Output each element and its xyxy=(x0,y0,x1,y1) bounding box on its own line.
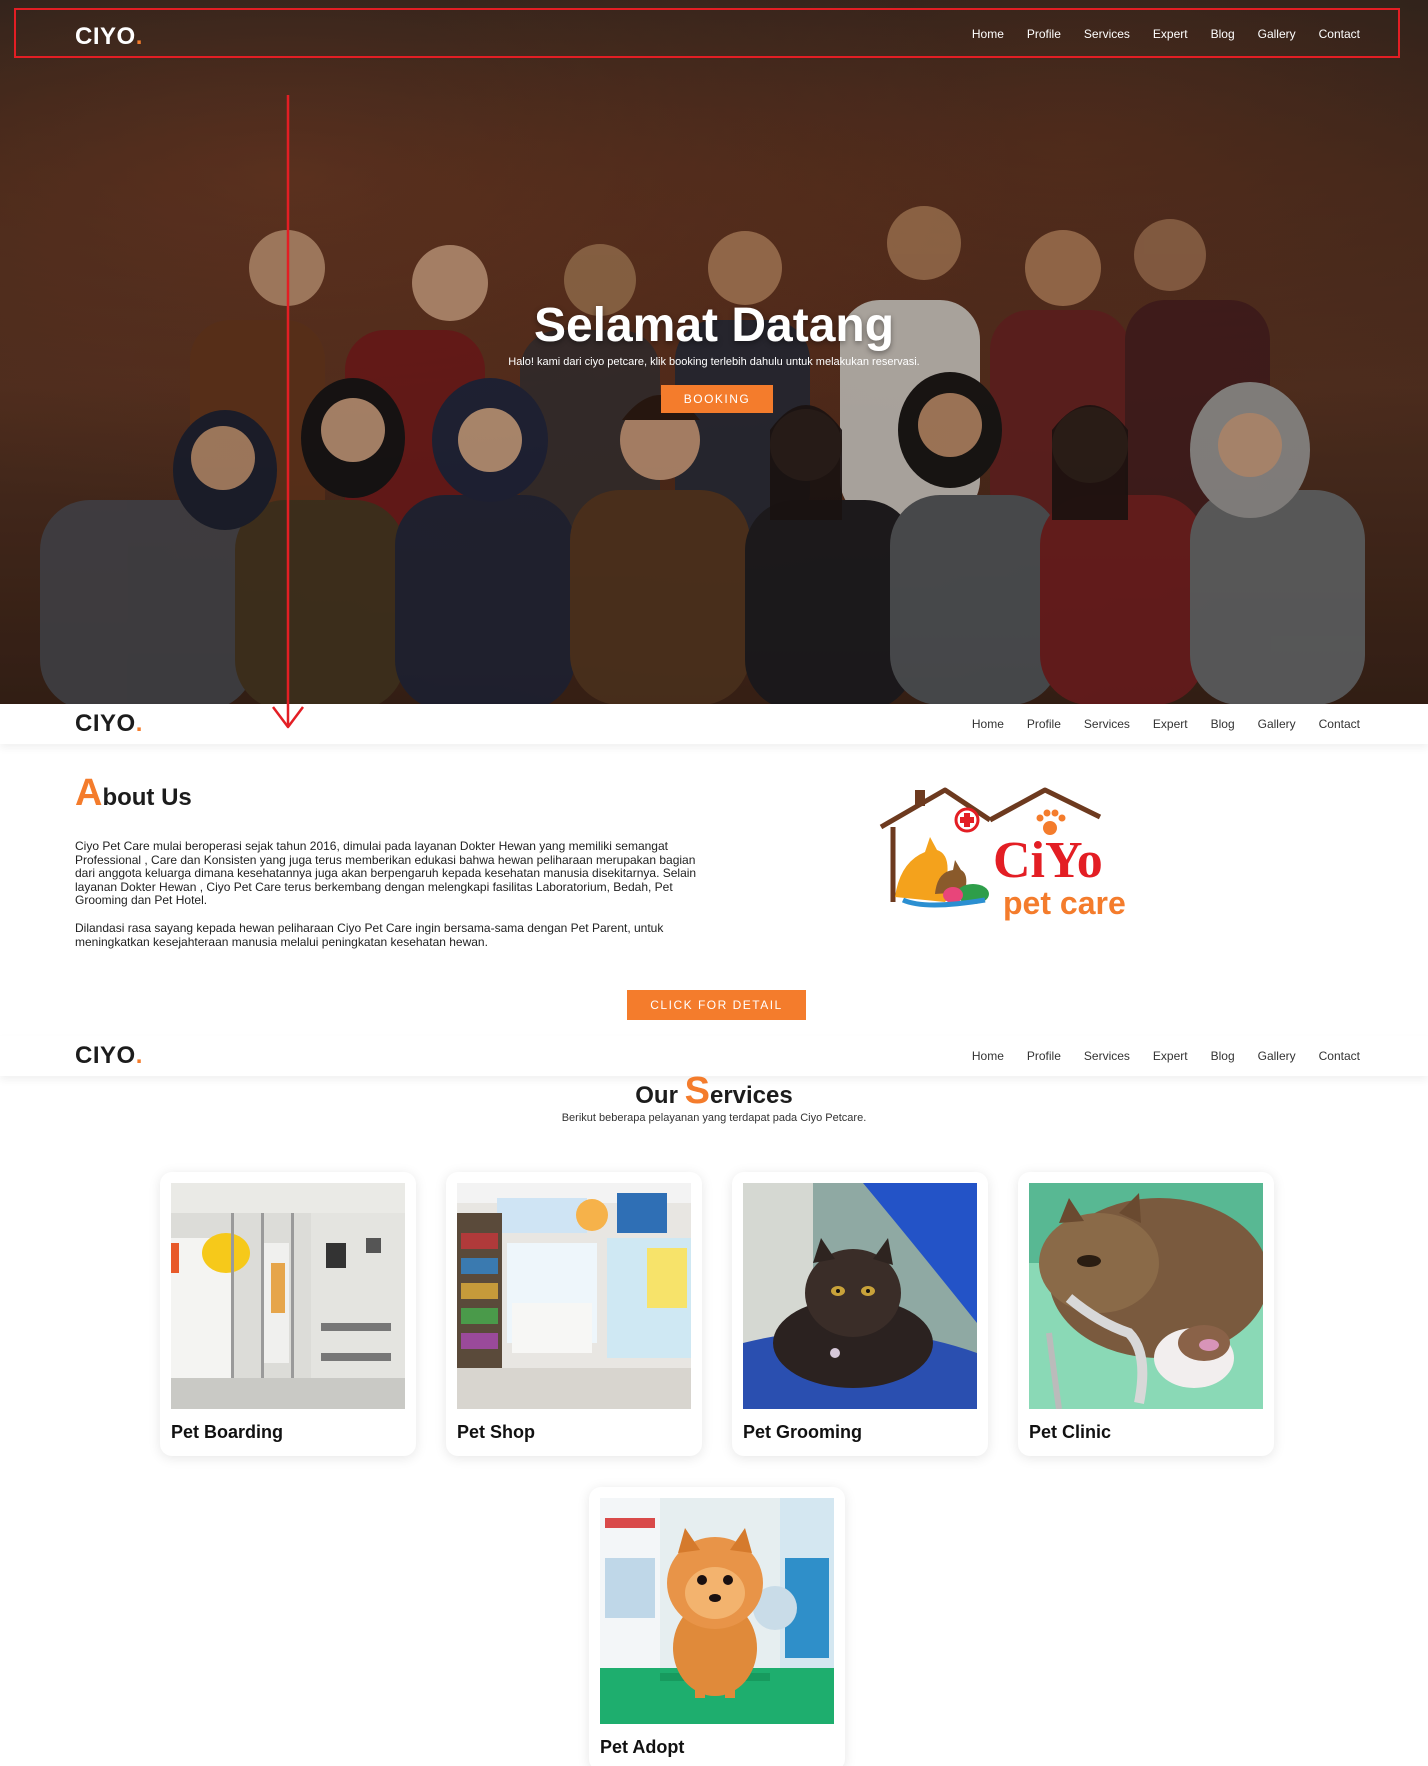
nav-profile[interactable]: Profile xyxy=(1027,1049,1061,1063)
nav-expert[interactable]: Expert xyxy=(1153,27,1188,41)
nav-profile[interactable]: Profile xyxy=(1027,717,1061,731)
logo-word-ciyo: CiYo xyxy=(993,832,1103,889)
service-card-pet-shop[interactable]: Pet Shop xyxy=(446,1172,702,1456)
brand-logo-sticky-2[interactable]: CIYO. xyxy=(75,1042,143,1070)
booking-button[interactable]: BOOKING xyxy=(661,385,773,413)
nav-gallery[interactable]: Gallery xyxy=(1258,27,1296,41)
pet-grooming-photo xyxy=(743,1183,977,1409)
about-paragraph-1: Ciyo Pet Care mulai beroperasi sejak tah… xyxy=(75,839,697,907)
nav-menu: Home Profile Services Expert Blog Galler… xyxy=(949,27,1360,41)
card-label: Pet Adopt xyxy=(600,1737,685,1757)
services-subtitle: Berikut beberapa pelayanan yang terdapat… xyxy=(561,1112,867,1124)
pet-boarding-photo xyxy=(171,1183,405,1409)
card-label: Pet Boarding xyxy=(171,1422,284,1442)
hero-subtitle: Halo! kami dari ciyo petcare, klik booki… xyxy=(508,356,920,368)
nav-contact[interactable]: Contact xyxy=(1319,1049,1360,1063)
card-label: Pet Shop xyxy=(457,1422,536,1442)
pet-clinic-photo xyxy=(1029,1183,1263,1409)
sticky-navbar-about: CIYO. Home Profile Services Expert Blog … xyxy=(0,704,1428,744)
nav-menu-sticky: Home Profile Services Expert Blog Galler… xyxy=(949,717,1360,731)
ciyo-petcare-logo: CiYo pet care xyxy=(879,787,1126,921)
hero-section: CIYO. Home Profile Services Expert Blog … xyxy=(0,0,1428,704)
logo-word-petcare: pet care xyxy=(1003,885,1126,921)
nav-menu-sticky-2: Home Profile Services Expert Blog Galler… xyxy=(949,1049,1360,1063)
brand-logo[interactable]: CIYO. xyxy=(75,23,143,51)
hero-title: Selamat Datang xyxy=(533,299,895,352)
brand-logo-sticky[interactable]: CIYO. xyxy=(75,710,143,738)
nav-gallery[interactable]: Gallery xyxy=(1258,1049,1296,1063)
nav-home[interactable]: Home xyxy=(972,717,1004,731)
nav-gallery[interactable]: Gallery xyxy=(1258,717,1296,731)
nav-expert[interactable]: Expert xyxy=(1153,1049,1188,1063)
service-card-pet-clinic[interactable]: Pet Clinic xyxy=(1018,1172,1274,1456)
about-paragraph-2: Dilandasi rasa sayang kepada hewan pelih… xyxy=(75,921,664,949)
nav-services[interactable]: Services xyxy=(1084,717,1130,731)
nav-services[interactable]: Services xyxy=(1084,1049,1130,1063)
about-title: About Us xyxy=(75,772,192,814)
click-for-detail-button[interactable]: CLICK FOR DETAIL xyxy=(627,990,806,1020)
nav-contact[interactable]: Contact xyxy=(1319,27,1360,41)
service-card-pet-grooming[interactable]: Pet Grooming xyxy=(732,1172,988,1456)
nav-home[interactable]: Home xyxy=(972,27,1004,41)
service-card-pet-adopt[interactable]: Pet Adopt xyxy=(589,1487,845,1766)
card-label: Pet Clinic xyxy=(1029,1422,1112,1442)
service-card-pet-boarding[interactable]: Pet Boarding xyxy=(160,1172,416,1456)
nav-profile[interactable]: Profile xyxy=(1027,27,1061,41)
pet-adopt-photo xyxy=(600,1498,834,1724)
services-title: Our Services xyxy=(635,1070,793,1112)
nav-blog[interactable]: Blog xyxy=(1211,717,1235,731)
nav-services[interactable]: Services xyxy=(1084,27,1130,41)
nav-expert[interactable]: Expert xyxy=(1153,717,1188,731)
nav-blog[interactable]: Blog xyxy=(1211,1049,1235,1063)
nav-home[interactable]: Home xyxy=(972,1049,1004,1063)
nav-contact[interactable]: Contact xyxy=(1319,717,1360,731)
nav-blog[interactable]: Blog xyxy=(1211,27,1235,41)
top-navbar: CIYO. Home Profile Services Expert Blog … xyxy=(0,15,1428,55)
card-label: Pet Grooming xyxy=(743,1422,863,1442)
pet-shop-photo xyxy=(457,1183,691,1409)
